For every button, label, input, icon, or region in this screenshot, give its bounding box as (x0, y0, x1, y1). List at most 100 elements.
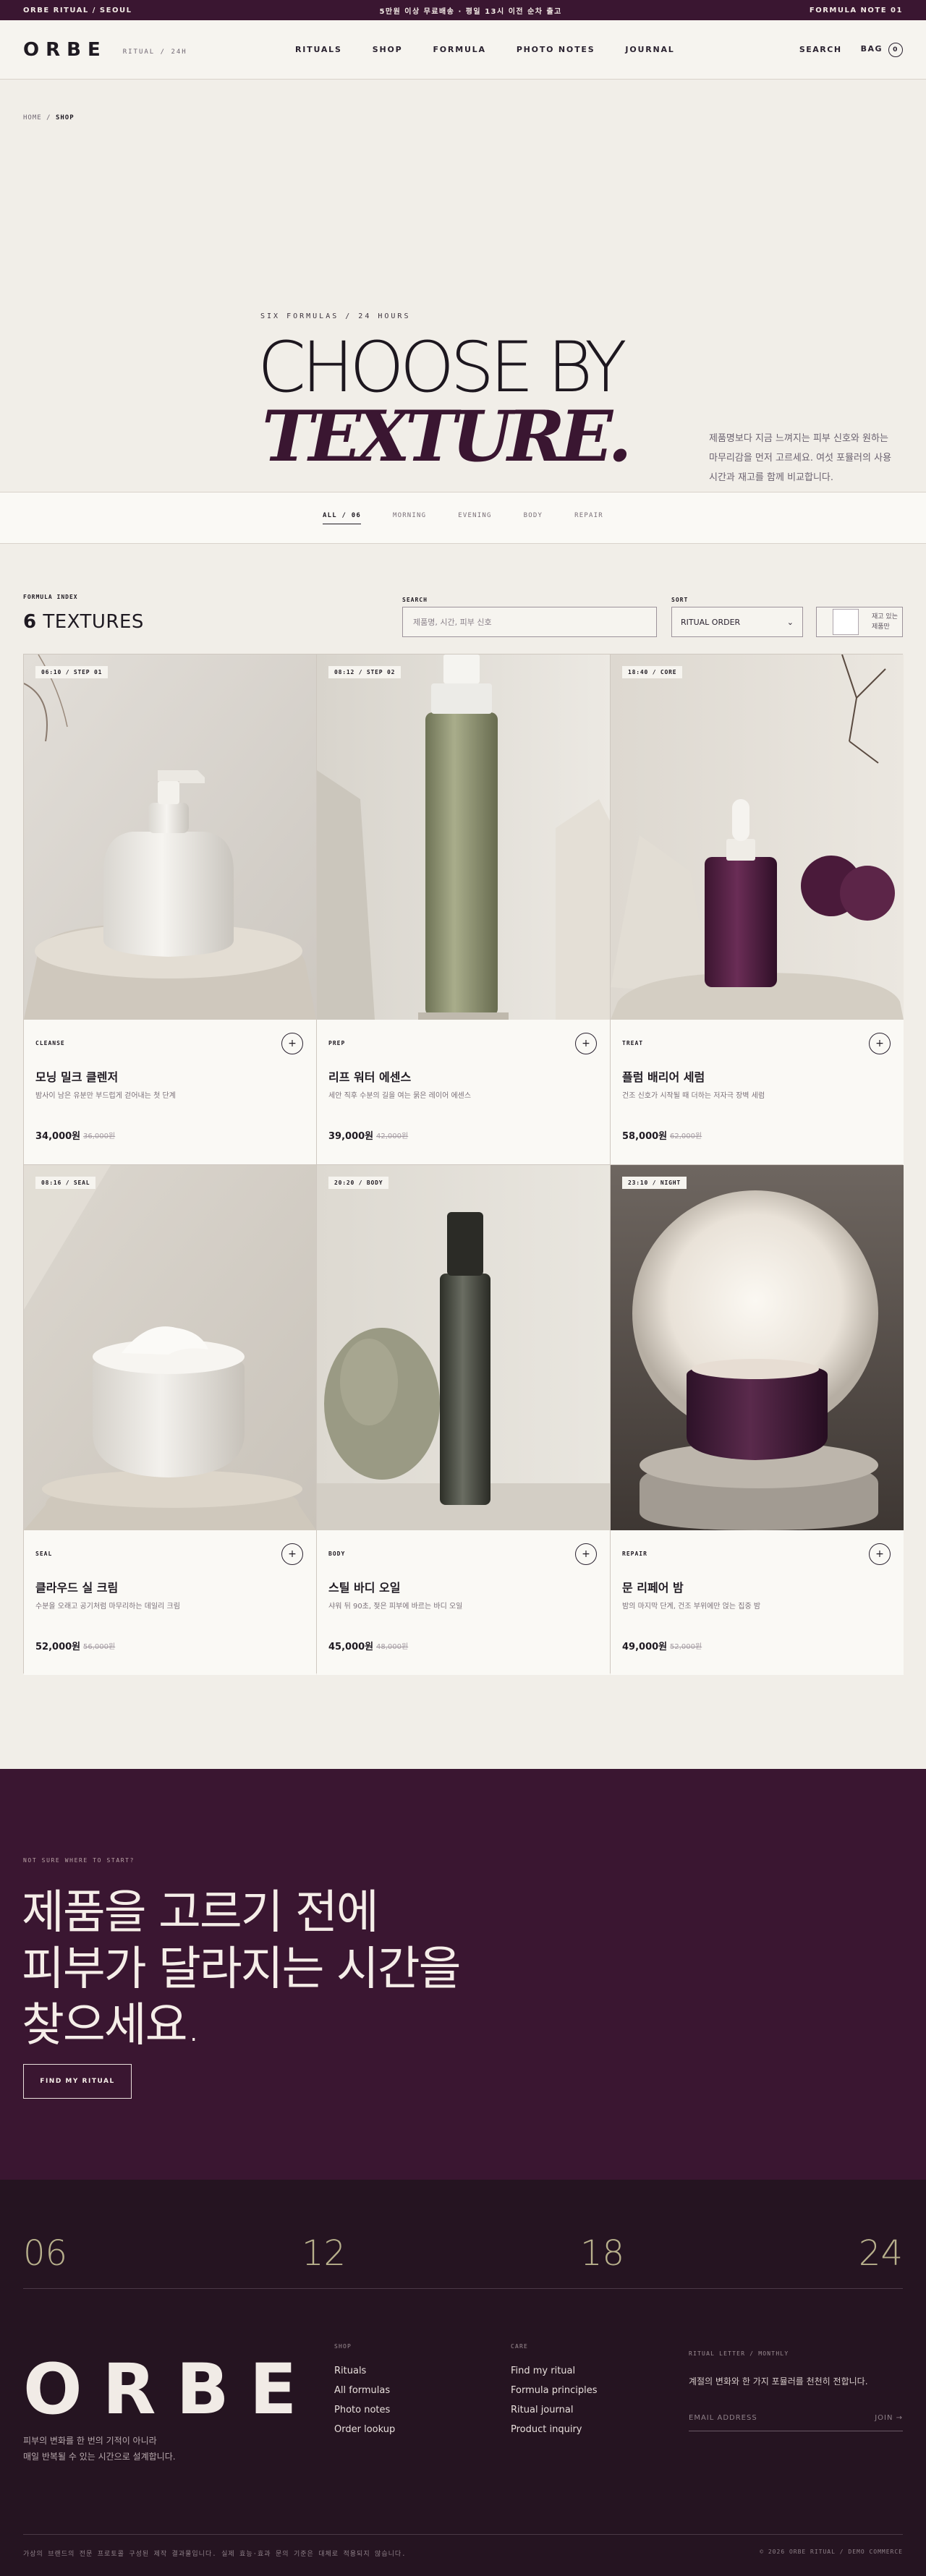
tab-all[interactable]: ALL / 06 (323, 512, 361, 524)
footer-link-photo-notes[interactable]: Photo notes (334, 2405, 395, 2415)
tab-body[interactable]: BODY (524, 512, 543, 524)
plus-icon: + (582, 1038, 590, 1049)
footer-tagline-line2: 매일 반복될 수 있는 시간으로 설계합니다. (23, 2452, 176, 2462)
add-to-bag-button[interactable]: + (869, 1543, 891, 1565)
filter-tabs: ALL / 06 MORNING EVENING BODY REPAIR (0, 492, 926, 544)
brand-subtitle: RITUAL / 24H (122, 48, 187, 56)
footer-link-ritual-journal[interactable]: Ritual journal (511, 2405, 598, 2415)
tab-repair[interactable]: REPAIR (574, 512, 603, 524)
add-to-bag-button[interactable]: + (869, 1033, 891, 1054)
breadcrumb-separator: / (46, 114, 51, 121)
product-category: SEAL (35, 1551, 53, 1557)
product-category: REPAIR (622, 1551, 647, 1557)
product-card[interactable]: 20:20 / BODY BODY + 스틸 바디 오일 샤워 뒤 90초, 젖… (317, 1165, 610, 1675)
product-original-price: 48,000원 (376, 1643, 409, 1651)
texture-count-number: 6 (23, 611, 37, 633)
email-field[interactable]: EMAIL ADDRESS (689, 2414, 757, 2422)
product-image-cream[interactable]: 08:16 / SEAL (24, 1165, 316, 1530)
divider (23, 2288, 903, 2289)
cta-title-line2: 피부가 달라지는 시간을 (22, 1942, 461, 1996)
footer-logo[interactable]: ORBE (23, 2355, 317, 2424)
product-image-repair-balm[interactable]: 23:10 / NIGHT (611, 1165, 904, 1530)
find-my-ritual-button[interactable]: FIND MY RITUAL (23, 2064, 132, 2099)
product-card[interactable]: 06:10 / STEP 01 CLEANSE + 모닝 밀크 클렌저 밤사이 … (24, 654, 316, 1164)
footer-link-find-my-ritual[interactable]: Find my ritual (511, 2366, 598, 2376)
sort-value: RITUAL ORDER (681, 617, 741, 627)
in-stock-checkbox[interactable] (832, 608, 859, 636)
cta-kicker: NOT SURE WHERE TO START? (23, 1857, 135, 1864)
nav-item-journal[interactable]: JOURNAL (625, 45, 674, 54)
site-footer: 06 12 18 24 ORBE 피부의 변화를 한 번의 기적이 아니라 매일… (0, 2180, 926, 2576)
hours-timeline: 06 12 18 24 (23, 2233, 903, 2274)
product-image-serum[interactable]: 18:40 / CORE (611, 654, 904, 1020)
hour-label: 24 (858, 2233, 903, 2274)
nav-item-shop[interactable]: SHOP (373, 45, 403, 54)
in-stock-filter[interactable]: 재고 있는 제품만 (816, 607, 903, 637)
cta-title: 제품을 고르기 전에 피부가 달라지는 시간을 찾으세요. (22, 1885, 461, 2054)
bag-count-badge: 0 (888, 42, 903, 57)
texture-count: 6 TEXTURES (23, 611, 144, 633)
product-card[interactable]: 18:40 / CORE TREAT + 플럼 배리어 세럼 건조 신호가 시작… (611, 654, 904, 1164)
hero-description: 제품명보다 지금 느껴지는 피부 신호와 원하는 마무리감을 먼저 고르세요. … (709, 433, 892, 483)
announcement-bar: ORBE RITUAL / SEOUL 5만원 이상 무료배송 · 평일 13시… (0, 0, 926, 20)
product-original-price: 52,000원 (670, 1643, 702, 1651)
cream-photo (24, 1165, 316, 1530)
product-price: 49,000원 (622, 1642, 668, 1652)
product-description: 세안 직후 수분의 길을 여는 묽은 레이어 에센스 (328, 1092, 472, 1100)
newsletter-form: EMAIL ADDRESS JOIN → (689, 2405, 903, 2431)
product-card[interactable]: 08:16 / SEAL SEAL + 클라우드 실 크림 수분을 오래고 공기… (24, 1165, 316, 1675)
sort-select[interactable]: RITUAL ORDER ⌄ (671, 607, 803, 637)
in-stock-label: 재고 있는 제품만 (872, 613, 898, 631)
tab-morning[interactable]: MORNING (393, 512, 426, 524)
product-image-cleanser[interactable]: 06:10 / STEP 01 (24, 654, 316, 1020)
search-input[interactable]: 제품명, 시간, 피부 신호 (402, 607, 657, 637)
cta-title-line3: 찾으세요. (22, 1999, 201, 2052)
add-to-bag-button[interactable]: + (281, 1543, 303, 1565)
essence-photo (317, 654, 610, 1020)
product-name[interactable]: 리프 워터 에센스 (328, 1067, 411, 1085)
nav-item-formula[interactable]: FORMULA (433, 45, 485, 54)
search-link[interactable]: SEARCH (799, 45, 842, 54)
add-to-bag-button[interactable]: + (575, 1033, 597, 1054)
plus-icon: + (875, 1548, 884, 1560)
product-original-price: 42,000원 (376, 1133, 409, 1140)
repair-balm-photo (611, 1165, 904, 1530)
bag-link[interactable]: BAG 0 (861, 42, 903, 57)
footer-shop-title: SHOP (334, 2343, 352, 2350)
product-name[interactable]: 스틸 바디 오일 (328, 1578, 400, 1595)
newsletter-description: 계절의 변화와 한 가지 포뮬러를 천천히 전합니다. (689, 2376, 868, 2387)
product-tag: 20:20 / BODY (328, 1177, 389, 1189)
footer-link-order-lookup[interactable]: Order lookup (334, 2424, 395, 2435)
footer-link-formula-principles[interactable]: Formula principles (511, 2385, 598, 2396)
product-name[interactable]: 플럼 배리어 세럼 (622, 1067, 705, 1085)
product-card[interactable]: 23:10 / NIGHT REPAIR + 문 리페어 밤 밤의 마지막 단계… (611, 1165, 904, 1675)
product-tag: 08:16 / SEAL (35, 1177, 96, 1189)
product-name[interactable]: 모닝 밀크 클렌저 (35, 1067, 118, 1085)
catalog-controls: FORMULA INDEX 6 TEXTURES SEARCH 제품명, 시간,… (0, 544, 926, 661)
legal-notice: 가상의 브랜드의 전문 프로토콜 구성된 제작 결과물입니다. 실제 효능·효과… (23, 2551, 407, 2558)
footer-link-rituals[interactable]: Rituals (334, 2366, 395, 2376)
announcement-right[interactable]: FORMULA NOTE 01 (810, 7, 903, 14)
product-name[interactable]: 클라우드 실 크림 (35, 1578, 118, 1595)
product-card[interactable]: 08:12 / STEP 02 PREP + 리프 워터 에센스 세안 직후 수… (317, 654, 610, 1164)
footer-link-product-inquiry[interactable]: Product inquiry (511, 2424, 598, 2435)
footer-link-all-formulas[interactable]: All formulas (334, 2385, 395, 2396)
join-button[interactable]: JOIN → (875, 2414, 903, 2422)
add-to-bag-button[interactable]: + (575, 1543, 597, 1565)
add-to-bag-button[interactable]: + (281, 1033, 303, 1054)
product-category: CLEANSE (35, 1040, 65, 1046)
nav-item-rituals[interactable]: RITUALS (295, 45, 342, 54)
product-image-body-oil[interactable]: 20:20 / BODY (317, 1165, 610, 1530)
body-oil-photo (317, 1165, 610, 1530)
product-name[interactable]: 문 리페어 밤 (622, 1578, 684, 1595)
tab-evening[interactable]: EVENING (458, 512, 491, 524)
nav-item-photo-notes[interactable]: PHOTO NOTES (517, 45, 595, 54)
breadcrumb-home[interactable]: HOME (23, 114, 42, 121)
product-tag: 08:12 / STEP 02 (328, 666, 402, 678)
brand-logo[interactable]: ORBE (23, 39, 107, 61)
formula-index-label: FORMULA INDEX (23, 594, 78, 600)
announcement-left: ORBE RITUAL / SEOUL (23, 6, 132, 14)
site-header: ORBE RITUAL / 24H RITUALS SHOP FORMULA P… (0, 20, 926, 80)
newsletter-label: RITUAL LETTER / MONTHLY (689, 2350, 789, 2357)
product-image-essence[interactable]: 08:12 / STEP 02 (317, 654, 610, 1020)
